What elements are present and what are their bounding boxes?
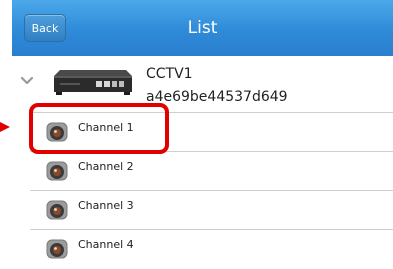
- channel-label: Channel 2: [78, 160, 134, 173]
- channel-row-4[interactable]: Channel 4: [30, 230, 393, 268]
- chevron-down-icon[interactable]: [20, 76, 34, 86]
- device-name: CCTV1: [146, 66, 193, 82]
- channel-label: Channel 3: [78, 199, 134, 212]
- camera-icon: [46, 161, 68, 181]
- pointer-arrow-icon: [0, 122, 10, 132]
- camera-icon: [46, 239, 68, 259]
- highlight-box: [29, 103, 169, 154]
- channel-label: Channel 4: [78, 238, 134, 251]
- device-id: a4e69be44537d649: [146, 89, 288, 105]
- dvr-recorder-icon: [54, 70, 132, 95]
- channel-row-2[interactable]: Channel 2: [30, 152, 393, 190]
- camera-icon: [46, 200, 68, 220]
- page-title: List: [187, 18, 218, 38]
- channel-row-3[interactable]: Channel 3: [30, 191, 393, 229]
